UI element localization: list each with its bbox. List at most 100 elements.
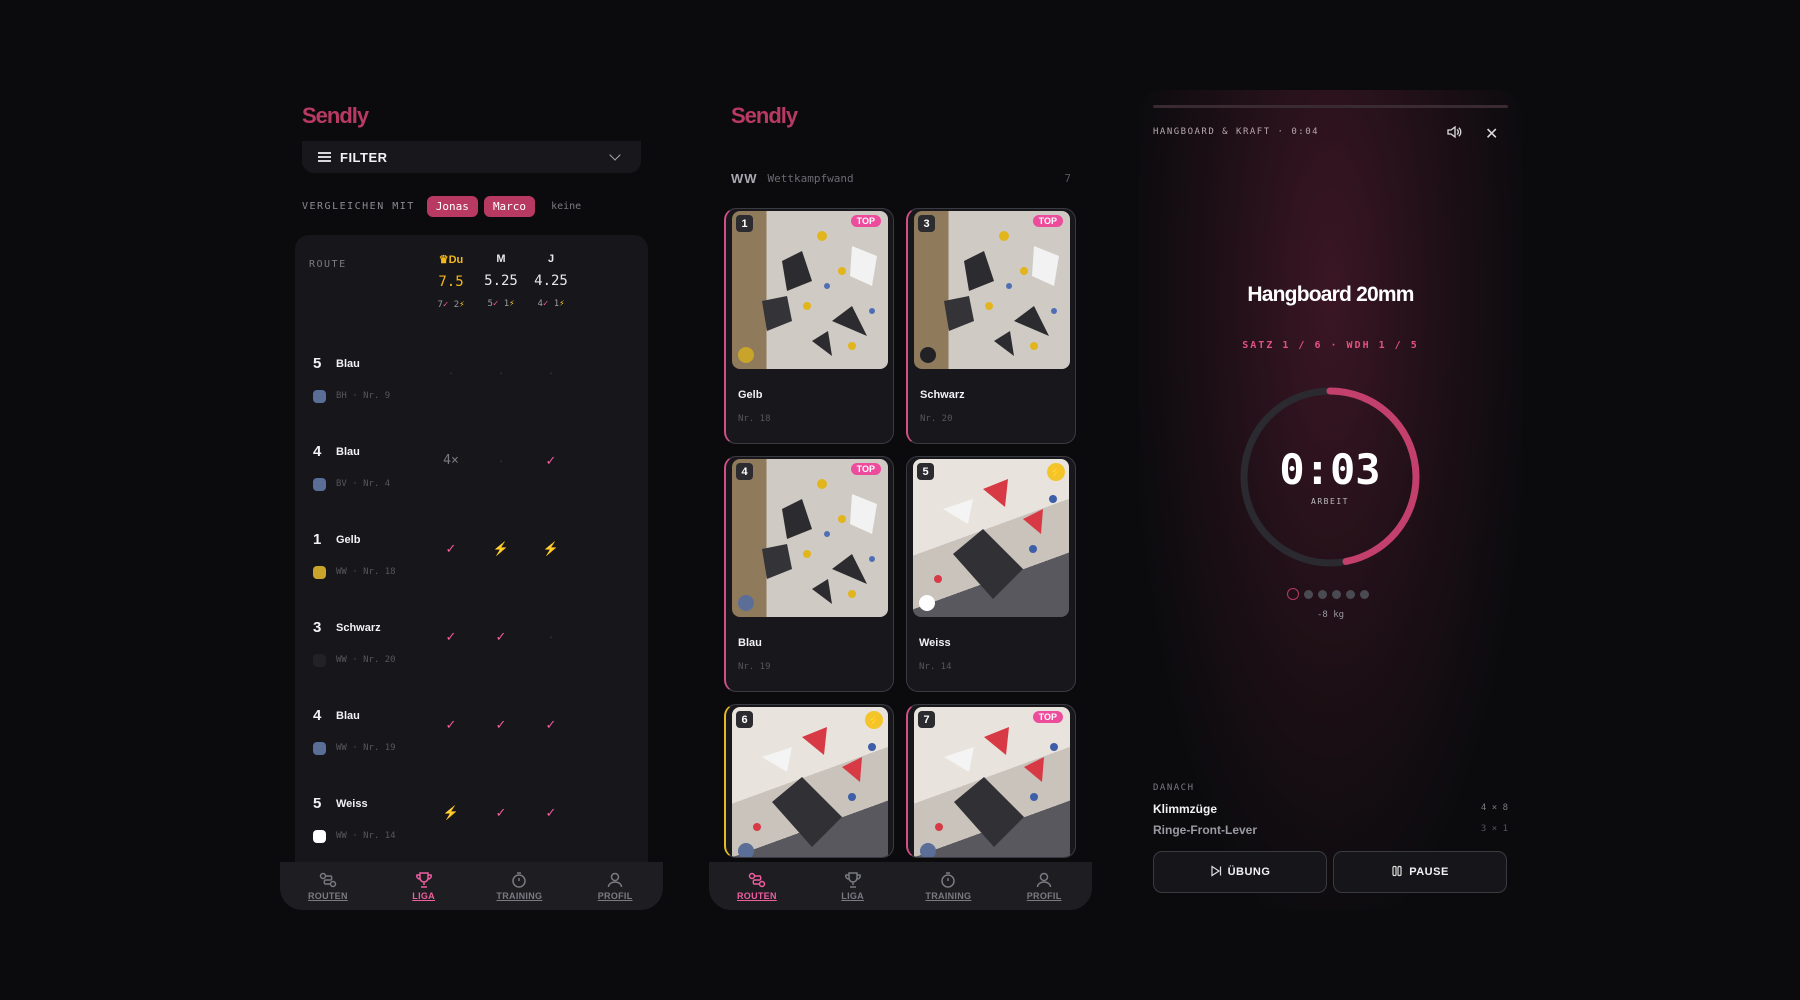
result-cell: ✓ — [445, 541, 457, 556]
nav-training[interactable]: TRAINING — [472, 862, 568, 910]
color-dot — [920, 347, 936, 363]
color-dot — [919, 595, 935, 611]
pause-button-label: PAUSE — [1409, 866, 1449, 878]
route-meta: WW · Nr. 14 — [336, 831, 396, 841]
liga-row[interactable]: 3 Schwarz WW · Nr. 20 ✓ ✓ · — [295, 619, 648, 699]
route-card[interactable]: 4 TOP Blau Nr. 19 — [724, 456, 894, 692]
route-name: Blau — [336, 446, 360, 458]
liga-row[interactable]: 5 Blau BH · Nr. 9 · · · — [295, 355, 648, 435]
column-m: M 5.25 5✓ 1⚡ — [476, 253, 526, 309]
result-cell: ✓ — [495, 629, 507, 644]
nav-training[interactable]: TRAINING — [901, 862, 997, 910]
stopwatch-icon — [939, 871, 957, 888]
column-j: J 4.25 4✓ 1⚡ — [526, 253, 576, 309]
liga-table: ROUTE ♛Du 7.5 7✓ 2⚡ M 5.25 5✓ 1⚡ J 4.25 … — [295, 235, 648, 885]
filter-dropdown[interactable]: FILTER — [302, 141, 641, 173]
route-card[interactable]: 3 TOP Schwarz Nr. 20 — [906, 208, 1076, 444]
color-swatch — [313, 742, 326, 755]
rep-dots — [1287, 588, 1369, 600]
liga-row[interactable]: 4 Blau BV · Nr. 4 4× · ✓ — [295, 443, 648, 523]
top-badge: TOP — [1032, 711, 1063, 723]
route-grade: 3 — [313, 619, 322, 636]
result-cell: ✓ — [445, 629, 457, 644]
trophy-icon — [415, 871, 433, 888]
rep-dot — [1304, 589, 1313, 599]
wall-code: WW — [731, 171, 758, 186]
route-meta: BH · Nr. 9 — [336, 391, 391, 401]
route-name: Schwarz — [336, 622, 381, 634]
result-cell: · — [548, 365, 554, 380]
route-grade: 5 — [313, 355, 322, 372]
color-dot — [738, 347, 754, 363]
close-icon[interactable]: ✕ — [1485, 124, 1498, 144]
app-logo: Sendly — [302, 103, 369, 128]
column-stats: 5✓ 1⚡ — [487, 299, 515, 309]
nav-routen[interactable]: ROUTEN — [280, 862, 376, 910]
speaker-icon[interactable] — [1446, 125, 1462, 144]
timer-phase: ARBEIT — [1311, 497, 1349, 506]
next-exercise-2: Ringe-Front-Lever — [1153, 823, 1258, 837]
timer-ring: 0:03 ARBEIT — [1238, 385, 1422, 569]
flash-icon: ⚡ — [1047, 463, 1065, 481]
bottom-nav: ROUTEN LIGA TRAINING PROFIL — [280, 862, 663, 910]
nav-profil[interactable]: PROFIL — [567, 862, 663, 910]
color-swatch — [313, 830, 326, 843]
route-meta: WW · Nr. 20 — [336, 655, 396, 665]
exercise-button[interactable]: ÜBUNG — [1153, 851, 1327, 893]
route-card[interactable]: 6 ⚡ — [724, 704, 894, 858]
nav-routen[interactable]: ROUTEN — [709, 862, 805, 910]
route-name: Schwarz — [920, 389, 965, 401]
route-photo — [732, 211, 888, 369]
result-cell: ⚡ — [542, 541, 560, 556]
nav-label: ROUTEN — [307, 890, 348, 901]
rep-dot — [1360, 589, 1369, 599]
route-number: 4 — [736, 463, 753, 480]
workout-progress-bar — [1153, 105, 1508, 108]
result-cell: ⚡ — [442, 805, 460, 820]
pause-button[interactable]: PAUSE — [1333, 851, 1507, 893]
wall-count: 7 — [1064, 172, 1071, 185]
nav-liga[interactable]: LIGA — [805, 862, 901, 910]
column-score: 4.25 — [534, 273, 568, 289]
route-meta: WW · Nr. 18 — [336, 567, 396, 577]
liga-row[interactable]: 4 Blau WW · Nr. 19 ✓ ✓ ✓ — [295, 707, 648, 787]
column-du: ♛Du 7.5 7✓ 2⚡ — [426, 253, 476, 310]
route-number: 7 — [918, 711, 935, 728]
route-meta: Nr. 19 — [738, 662, 771, 672]
set-info: SATZ 1 / 6 · WDH 1 / 5 — [1242, 340, 1419, 351]
next-exercise-2-reps: 3 × 1 — [1480, 824, 1508, 834]
result-cell: ✓ — [545, 717, 557, 732]
route-card[interactable]: 7 TOP — [906, 704, 1076, 858]
rep-dot — [1318, 589, 1327, 599]
result-cell: ✓ — [545, 805, 557, 820]
route-card[interactable]: 1 TOP Gelb Nr. 18 — [724, 208, 894, 444]
compare-pill-marco[interactable]: Marco — [483, 196, 536, 217]
compare-row: VERGLEICHEN MIT Jonas Marco keine — [302, 196, 581, 217]
route-number: 3 — [918, 215, 935, 232]
nav-label: TRAINING — [925, 890, 972, 901]
chevron-down-icon — [609, 149, 621, 161]
result-cell: · — [448, 365, 454, 380]
bottom-nav: ROUTEN LIGA TRAINING PROFIL — [709, 862, 1092, 910]
compare-none[interactable]: keine — [551, 201, 581, 212]
flash-icon: ⚡ — [865, 711, 883, 729]
nav-profil[interactable]: PROFIL — [996, 862, 1092, 910]
nav-label: LIGA — [841, 890, 864, 901]
nav-liga[interactable]: LIGA — [376, 862, 472, 910]
filter-label: FILTER — [340, 149, 388, 165]
color-swatch — [313, 390, 326, 403]
top-badge: TOP — [850, 215, 881, 227]
next-label: DANACH — [1153, 783, 1195, 793]
route-column-header: ROUTE — [309, 259, 347, 270]
route-photo — [914, 707, 1070, 857]
app-logo: Sendly — [731, 103, 798, 128]
column-name: ♛Du — [438, 254, 464, 266]
workout-title: HANGBOARD & KRAFT · 0:04 — [1153, 127, 1320, 137]
result-cell: · — [548, 629, 554, 644]
route-card[interactable]: 5 ⚡ Weiss Nr. 14 — [906, 456, 1076, 692]
training-screen: HANGBOARD & KRAFT · 0:04 ✕ Hangboard 20m… — [1139, 90, 1522, 910]
liga-row[interactable]: 1 Gelb WW · Nr. 18 ✓ ⚡ ⚡ — [295, 531, 648, 611]
exercise-title: Hangboard 20mm — [1247, 283, 1414, 306]
compare-pill-jonas[interactable]: Jonas — [426, 196, 478, 217]
nav-label: PROFIL — [1026, 890, 1062, 901]
